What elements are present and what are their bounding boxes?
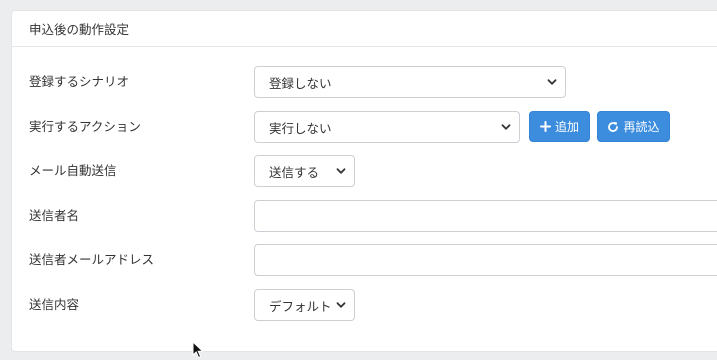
content-label: 送信内容 — [29, 297, 80, 312]
scenario-select[interactable]: 登録しない — [254, 66, 566, 98]
sender-name-label: 送信者名 — [29, 208, 80, 223]
card-header: 申込後の動作設定 — [12, 11, 717, 47]
sender-name-input[interactable] — [254, 200, 717, 232]
chevron-down-icon — [501, 124, 511, 130]
chevron-down-icon — [336, 168, 346, 174]
add-button-label: 追加 — [554, 120, 579, 134]
content-select[interactable]: デフォルト — [254, 289, 355, 321]
action-label: 実行するアクション — [29, 119, 141, 134]
scenario-label: 登録するシナリオ — [29, 74, 130, 89]
chevron-down-icon — [336, 302, 346, 308]
auto-mail-select[interactable]: 送信する — [254, 155, 355, 187]
mouse-cursor-icon — [192, 341, 204, 359]
reload-actions-button[interactable]: 再読込 — [597, 111, 670, 142]
sender-name-row: 送信者名 — [12, 200, 717, 232]
scenario-row: 登録するシナリオ 登録しない — [12, 66, 717, 98]
action-select[interactable]: 実行しない — [254, 111, 520, 143]
sender-email-label: 送信者メールアドレス — [29, 252, 155, 267]
card-title: 申込後の動作設定 — [29, 22, 130, 37]
plus-icon — [539, 121, 551, 132]
action-row: 実行するアクション 実行しない 追加 再読込 — [12, 111, 717, 143]
add-action-button[interactable]: 追加 — [529, 111, 590, 142]
post-application-settings-card: 申込後の動作設定 登録するシナリオ 登録しない 実行するアクション 実行しない … — [11, 10, 717, 352]
reload-button-label: 再読込 — [623, 120, 660, 134]
sender-email-row: 送信者メールアドレス — [12, 244, 717, 276]
auto-mail-label: メール自動送信 — [29, 163, 117, 178]
content-select-value: デフォルト — [269, 298, 332, 314]
content-row: 送信内容 デフォルト — [12, 289, 717, 321]
sender-email-input[interactable] — [254, 244, 717, 276]
auto-mail-row: メール自動送信 送信する — [12, 155, 717, 187]
action-select-value: 実行しない — [269, 120, 332, 136]
chevron-down-icon — [547, 79, 557, 85]
scenario-select-value: 登録しない — [269, 75, 332, 91]
reload-icon — [608, 121, 619, 132]
auto-mail-select-value: 送信する — [269, 164, 320, 180]
